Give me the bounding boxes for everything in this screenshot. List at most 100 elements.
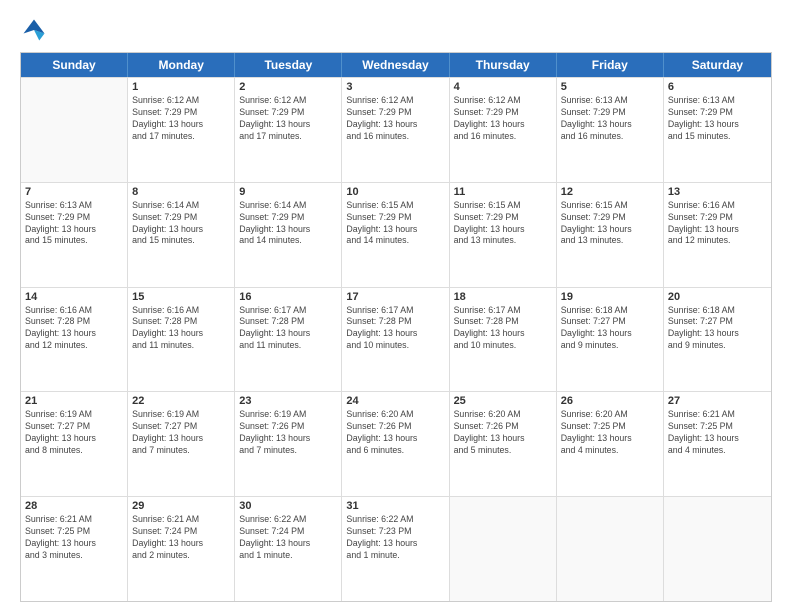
day-info: Sunrise: 6:20 AM Sunset: 7:25 PM Dayligh… (561, 409, 659, 457)
day-info: Sunrise: 6:19 AM Sunset: 7:27 PM Dayligh… (25, 409, 123, 457)
calendar-row: 1Sunrise: 6:12 AM Sunset: 7:29 PM Daylig… (21, 77, 771, 182)
day-info: Sunrise: 6:12 AM Sunset: 7:29 PM Dayligh… (454, 95, 552, 143)
calendar-cell: 4 Sunrise: 6:12 AM Sunset: 7:29 PM Daylig… (450, 78, 557, 182)
day-info: Sunrise: 6:22 AM Sunset: 7:24 PM Dayligh… (239, 514, 337, 562)
day-info: Sunrise: 6:12 AM Sunset: 7:29 PM Dayligh… (132, 95, 230, 143)
calendar-cell: 25 Sunrise: 6:20 AM Sunset: 7:26 PM Dayli… (450, 392, 557, 496)
calendar-cell: 18 Sunrise: 6:17 AM Sunset: 7:28 PM Dayli… (450, 288, 557, 392)
logo-icon (20, 16, 48, 44)
day-number: 8 (132, 186, 230, 198)
day-number: 28 (25, 500, 123, 512)
calendar-cell: 22Sunrise: 6:19 AM Sunset: 7:27 PM Dayli… (128, 392, 235, 496)
day-info: Sunrise: 6:16 AM Sunset: 7:28 PM Dayligh… (132, 305, 230, 353)
calendar-cell: 3 Sunrise: 6:12 AM Sunset: 7:29 PM Daylig… (342, 78, 449, 182)
calendar-cell: 11 Sunrise: 6:15 AM Sunset: 7:29 PM Dayli… (450, 183, 557, 287)
day-info: Sunrise: 6:15 AM Sunset: 7:29 PM Dayligh… (454, 200, 552, 248)
calendar-header-cell: Tuesday (235, 53, 342, 77)
calendar-cell: 21 Sunrise: 6:19 AM Sunset: 7:27 PM Dayli… (21, 392, 128, 496)
calendar-body: 1Sunrise: 6:12 AM Sunset: 7:29 PM Daylig… (21, 77, 771, 601)
day-number: 3 (346, 81, 444, 93)
day-info: Sunrise: 6:16 AM Sunset: 7:29 PM Dayligh… (668, 200, 767, 248)
day-info: Sunrise: 6:15 AM Sunset: 7:29 PM Dayligh… (561, 200, 659, 248)
calendar-cell: 28 Sunrise: 6:21 AM Sunset: 7:25 PM Dayli… (21, 497, 128, 601)
calendar-cell: 7Sunrise: 6:13 AM Sunset: 7:29 PM Daylig… (21, 183, 128, 287)
day-info: Sunrise: 6:17 AM Sunset: 7:28 PM Dayligh… (346, 305, 444, 353)
calendar-cell (450, 497, 557, 601)
day-number: 12 (561, 186, 659, 198)
day-info: Sunrise: 6:13 AM Sunset: 7:29 PM Dayligh… (668, 95, 767, 143)
calendar-cell: 19 Sunrise: 6:18 AM Sunset: 7:27 PM Dayli… (557, 288, 664, 392)
day-info: Sunrise: 6:21 AM Sunset: 7:24 PM Dayligh… (132, 514, 230, 562)
calendar-cell: 30Sunrise: 6:22 AM Sunset: 7:24 PM Dayli… (235, 497, 342, 601)
calendar-header-cell: Wednesday (342, 53, 449, 77)
calendar-row: 14 Sunrise: 6:16 AM Sunset: 7:28 PM Dayli… (21, 287, 771, 392)
day-number: 14 (25, 291, 123, 303)
calendar-cell: 31Sunrise: 6:22 AM Sunset: 7:23 PM Dayli… (342, 497, 449, 601)
day-number: 10 (346, 186, 444, 198)
day-info: Sunrise: 6:18 AM Sunset: 7:27 PM Dayligh… (561, 305, 659, 353)
calendar-header: SundayMondayTuesdayWednesdayThursdayFrid… (21, 53, 771, 77)
day-info: Sunrise: 6:22 AM Sunset: 7:23 PM Dayligh… (346, 514, 444, 562)
calendar-row: 7Sunrise: 6:13 AM Sunset: 7:29 PM Daylig… (21, 182, 771, 287)
day-number: 26 (561, 395, 659, 407)
day-number: 2 (239, 81, 337, 93)
day-number: 29 (132, 500, 230, 512)
calendar-cell: 26 Sunrise: 6:20 AM Sunset: 7:25 PM Dayli… (557, 392, 664, 496)
day-number: 27 (668, 395, 767, 407)
calendar-cell: 9Sunrise: 6:14 AM Sunset: 7:29 PM Daylig… (235, 183, 342, 287)
day-number: 11 (454, 186, 552, 198)
calendar-header-cell: Thursday (450, 53, 557, 77)
day-number: 22 (132, 395, 230, 407)
calendar-header-cell: Friday (557, 53, 664, 77)
calendar-cell (557, 497, 664, 601)
day-info: Sunrise: 6:21 AM Sunset: 7:25 PM Dayligh… (25, 514, 123, 562)
calendar-cell (664, 497, 771, 601)
calendar-cell: 24 Sunrise: 6:20 AM Sunset: 7:26 PM Dayli… (342, 392, 449, 496)
calendar-cell: 5Sunrise: 6:13 AM Sunset: 7:29 PM Daylig… (557, 78, 664, 182)
day-number: 5 (561, 81, 659, 93)
day-info: Sunrise: 6:16 AM Sunset: 7:28 PM Dayligh… (25, 305, 123, 353)
day-number: 23 (239, 395, 337, 407)
day-number: 20 (668, 291, 767, 303)
day-number: 7 (25, 186, 123, 198)
calendar-cell: 27Sunrise: 6:21 AM Sunset: 7:25 PM Dayli… (664, 392, 771, 496)
day-info: Sunrise: 6:19 AM Sunset: 7:26 PM Dayligh… (239, 409, 337, 457)
calendar-row: 21 Sunrise: 6:19 AM Sunset: 7:27 PM Dayli… (21, 391, 771, 496)
day-info: Sunrise: 6:20 AM Sunset: 7:26 PM Dayligh… (346, 409, 444, 457)
day-info: Sunrise: 6:12 AM Sunset: 7:29 PM Dayligh… (346, 95, 444, 143)
day-number: 4 (454, 81, 552, 93)
calendar-cell: 20Sunrise: 6:18 AM Sunset: 7:27 PM Dayli… (664, 288, 771, 392)
calendar-cell: 8 Sunrise: 6:14 AM Sunset: 7:29 PM Daylig… (128, 183, 235, 287)
day-number: 25 (454, 395, 552, 407)
day-info: Sunrise: 6:14 AM Sunset: 7:29 PM Dayligh… (239, 200, 337, 248)
calendar-cell: 29 Sunrise: 6:21 AM Sunset: 7:24 PM Dayli… (128, 497, 235, 601)
calendar-cell: 13 Sunrise: 6:16 AM Sunset: 7:29 PM Dayli… (664, 183, 771, 287)
logo (20, 16, 52, 44)
day-info: Sunrise: 6:12 AM Sunset: 7:29 PM Dayligh… (239, 95, 337, 143)
day-number: 24 (346, 395, 444, 407)
calendar-cell: 10 Sunrise: 6:15 AM Sunset: 7:29 PM Dayli… (342, 183, 449, 287)
day-info: Sunrise: 6:15 AM Sunset: 7:29 PM Dayligh… (346, 200, 444, 248)
calendar-cell: 17 Sunrise: 6:17 AM Sunset: 7:28 PM Dayli… (342, 288, 449, 392)
day-number: 21 (25, 395, 123, 407)
calendar-header-cell: Saturday (664, 53, 771, 77)
calendar-header-cell: Monday (128, 53, 235, 77)
calendar-cell (21, 78, 128, 182)
calendar-row: 28 Sunrise: 6:21 AM Sunset: 7:25 PM Dayli… (21, 496, 771, 601)
day-number: 16 (239, 291, 337, 303)
page: SundayMondayTuesdayWednesdayThursdayFrid… (0, 0, 792, 612)
day-number: 17 (346, 291, 444, 303)
calendar-cell: 6Sunrise: 6:13 AM Sunset: 7:29 PM Daylig… (664, 78, 771, 182)
day-number: 19 (561, 291, 659, 303)
calendar-cell: 16Sunrise: 6:17 AM Sunset: 7:28 PM Dayli… (235, 288, 342, 392)
calendar-cell: 2 Sunrise: 6:12 AM Sunset: 7:29 PM Daylig… (235, 78, 342, 182)
day-info: Sunrise: 6:14 AM Sunset: 7:29 PM Dayligh… (132, 200, 230, 248)
day-info: Sunrise: 6:17 AM Sunset: 7:28 PM Dayligh… (454, 305, 552, 353)
calendar-cell: 23 Sunrise: 6:19 AM Sunset: 7:26 PM Dayli… (235, 392, 342, 496)
calendar-header-cell: Sunday (21, 53, 128, 77)
day-info: Sunrise: 6:20 AM Sunset: 7:26 PM Dayligh… (454, 409, 552, 457)
day-number: 13 (668, 186, 767, 198)
calendar-cell: 12 Sunrise: 6:15 AM Sunset: 7:29 PM Dayli… (557, 183, 664, 287)
calendar-cell: 14 Sunrise: 6:16 AM Sunset: 7:28 PM Dayli… (21, 288, 128, 392)
day-number: 18 (454, 291, 552, 303)
